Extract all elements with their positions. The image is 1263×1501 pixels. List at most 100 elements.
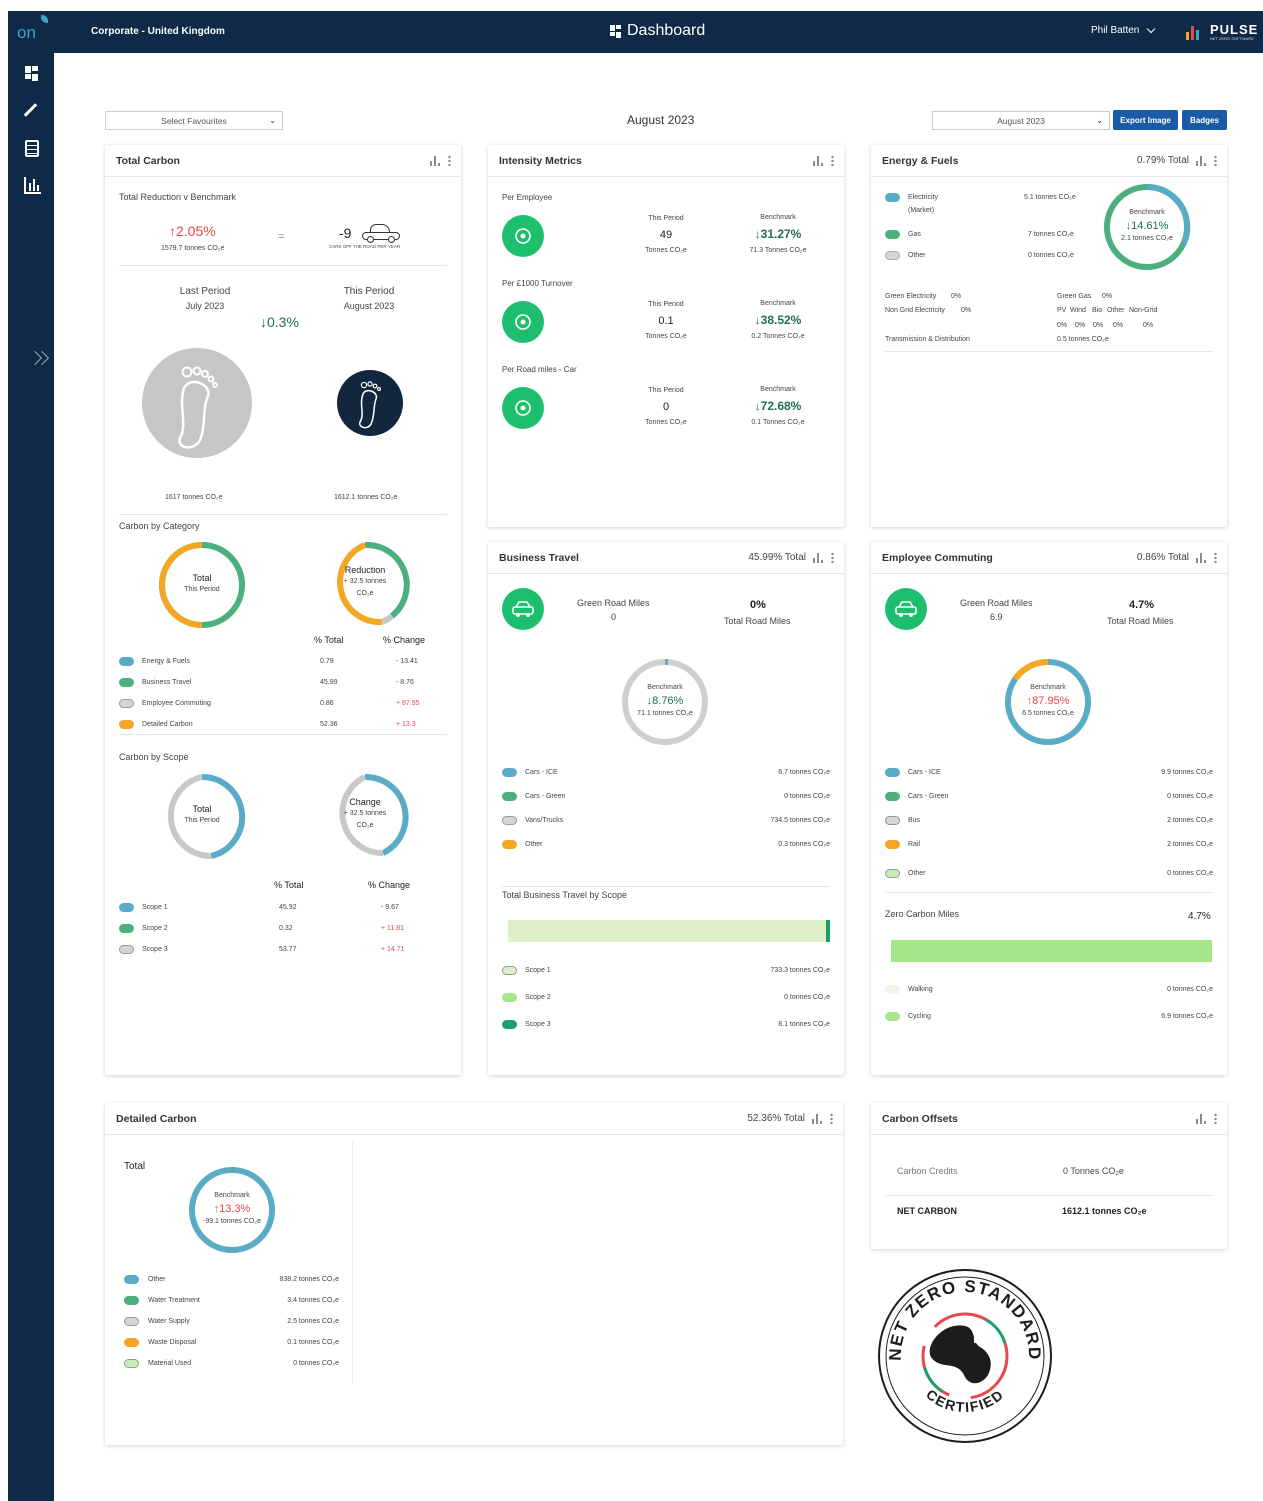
- export-image-button[interactable]: Export Image: [1113, 110, 1178, 130]
- dc-item-value: 0 tonnes CO₂e: [293, 1360, 339, 1367]
- bt-item-name: Other: [525, 841, 543, 848]
- legend-swatch: [119, 924, 134, 933]
- scope-donut-change-sub: + 32.5 tonnes: [343, 810, 387, 817]
- card-header: Total Carbon: [105, 145, 461, 177]
- page-title-text: Dashboard: [627, 22, 706, 39]
- more-options-icon[interactable]: [1214, 155, 1217, 166]
- last-period-tonnes: 1617 tonnes CO₂e: [165, 494, 223, 501]
- benchmark-unit: 0.1 Tonnes CO₂e: [751, 419, 805, 426]
- ec-item-value: 0 tonnes CO₂e: [1167, 793, 1213, 800]
- car-icon: [362, 224, 400, 244]
- more-options-icon[interactable]: [830, 1113, 833, 1124]
- scope-name: Scope 1: [142, 904, 168, 911]
- zero-item-value: 0 tonnes CO₂e: [1167, 986, 1213, 993]
- logo[interactable]: on: [17, 15, 67, 45]
- logo-text: on: [17, 23, 36, 42]
- more-options-icon[interactable]: [1214, 552, 1217, 563]
- chart-icon[interactable]: [812, 1113, 823, 1124]
- road-label: Total Road Miles: [724, 616, 791, 626]
- scope-change: + 11.81: [381, 925, 405, 932]
- bench-value: ↓8.76%: [646, 695, 684, 707]
- benchmark-unit: 71.3 Tonnes CO₂e: [749, 247, 807, 254]
- period-heading: August 2023: [627, 113, 695, 127]
- car-icon: [502, 387, 544, 429]
- more-options-icon[interactable]: [1214, 1113, 1217, 1124]
- renewable-type: Wind: [1070, 307, 1086, 314]
- pulse-logo: PULSE NET ZERO SOFTWARE: [1186, 22, 1263, 42]
- pulse-sub: NET ZERO SOFTWARE: [1210, 36, 1254, 41]
- energy-item-name: Electricity: [908, 194, 938, 201]
- dc-item-name: Water Supply: [148, 1318, 190, 1325]
- user-menu[interactable]: Phil Batten: [1091, 24, 1156, 36]
- scope-total: 53.77: [279, 946, 297, 953]
- period-change: ↓0.3%: [260, 314, 299, 330]
- green-miles-label: Green Road Miles: [960, 598, 1033, 608]
- legend-swatch: [502, 768, 517, 777]
- more-options-icon[interactable]: [448, 155, 451, 166]
- category-change: - 8.76: [396, 679, 414, 686]
- favourites-select-label: Select Favourites: [161, 115, 227, 126]
- scope-donut-change-label: Change: [349, 797, 381, 807]
- expand-sidebar-icon[interactable]: [27, 348, 52, 370]
- chart-icon[interactable]: [1196, 552, 1207, 563]
- scope-donut-change-sub2: CO₂e: [356, 822, 374, 829]
- total-carbon-card: Total Carbon Total Reduction v Benchmark…: [105, 145, 461, 1075]
- category-total: 0.86: [320, 700, 334, 707]
- zero-carbon-value: 4.7%: [1188, 911, 1211, 922]
- divider: [119, 514, 447, 515]
- bt-scope-name: Scope 2: [525, 994, 551, 1001]
- more-options-icon[interactable]: [831, 552, 834, 563]
- scope-name: Scope 3: [142, 946, 168, 953]
- net-zero-certified-badge: NET ZERO STANDARD CERTIFIED: [878, 1269, 1052, 1443]
- chart-icon[interactable]: [1196, 1113, 1207, 1124]
- dc-item-name: Waste Disposal: [148, 1339, 197, 1346]
- donut-reduction-sub: + 32.5 tonnes: [343, 578, 387, 585]
- road-pct: 4.7%: [1129, 599, 1155, 611]
- org-name[interactable]: Corporate - United Kingdom: [91, 26, 225, 37]
- sidebar-clipboard-icon[interactable]: [25, 140, 39, 157]
- reduction-tonnes: 1579.7 tonnes CO₂e: [161, 245, 225, 252]
- cars-count: -9: [339, 225, 352, 241]
- legend-swatch: [885, 985, 900, 994]
- renewable-value: 0%: [1057, 322, 1068, 329]
- badges-button[interactable]: Badges: [1182, 110, 1227, 130]
- bt-scope-value: 8.1 tonnes CO₂e: [778, 1021, 830, 1028]
- card-header: Employee Commuting 0.86% Total: [871, 542, 1227, 574]
- sidebar-edit-icon[interactable]: [23, 103, 38, 117]
- panel-divider: [352, 1141, 353, 1383]
- chart-icon[interactable]: [813, 155, 824, 166]
- ec-item-value: 2 tonnes CO₂e: [1167, 817, 1213, 824]
- scope-change: + 14.71: [381, 946, 405, 953]
- card-actions: 52.36% Total: [747, 1113, 833, 1124]
- chart-icon[interactable]: [813, 552, 824, 563]
- divider: [885, 351, 1213, 352]
- chart-icon[interactable]: [430, 155, 441, 166]
- green-elec-value: 0%: [951, 293, 962, 300]
- this-period-label: This Period: [648, 387, 684, 394]
- legend-swatch: [119, 720, 134, 729]
- category-name: Detailed Carbon: [142, 721, 193, 728]
- favourites-select[interactable]: Select Favourites ⌄: [105, 111, 283, 130]
- more-options-icon[interactable]: [831, 155, 834, 166]
- ec-item-value: 2 tonnes CO₂e: [1167, 841, 1213, 848]
- legend-swatch: [885, 230, 900, 239]
- green-elec-label: Green Electricity: [885, 293, 937, 300]
- divider: [119, 734, 447, 735]
- chevron-down-icon: ⌄: [1096, 116, 1103, 125]
- bt-scope-heading: Total Business Travel by Scope: [502, 890, 628, 900]
- sidebar-dashboard-icon[interactable]: [25, 66, 38, 81]
- intensity-row-label: Per £1000 Turnover: [502, 279, 573, 288]
- sidebar-chart-icon[interactable]: [24, 177, 41, 194]
- chart-icon[interactable]: [1196, 155, 1207, 166]
- this-period-label: This Period: [648, 215, 684, 222]
- category-change: - 13.41: [396, 658, 418, 665]
- bt-scope-name: Scope 3: [525, 1021, 551, 1028]
- intensity-row-label: Per Road miles - Car: [502, 365, 577, 374]
- top-bar: on Corporate - United Kingdom Dashboard …: [8, 11, 1263, 53]
- card-actions: 45.99% Total: [748, 552, 834, 563]
- period-select[interactable]: August 2023 ⌄: [932, 111, 1110, 130]
- chevron-down-icon: ⌄: [269, 116, 276, 125]
- total-pct: 0.79% Total: [1136, 155, 1189, 166]
- legend-swatch: [885, 1012, 900, 1021]
- card-title: Total Carbon: [116, 155, 180, 167]
